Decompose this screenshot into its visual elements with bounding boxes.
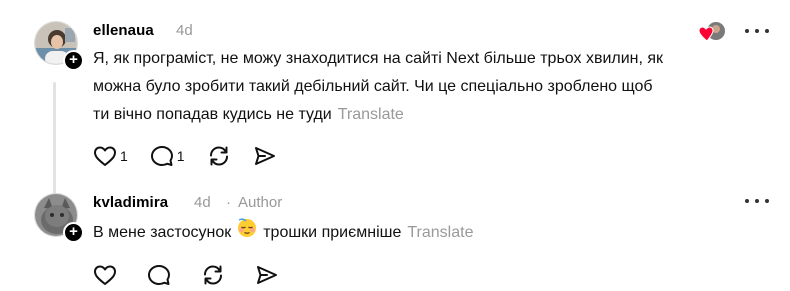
post-time[interactable]: 4d <box>194 194 211 211</box>
repost-button[interactable] <box>201 264 225 286</box>
post-text-line: ти вічно попадав кудись не туди Translate <box>93 101 773 129</box>
heart-icon <box>93 145 117 167</box>
thread-line <box>53 82 56 194</box>
more-dots-icon[interactable] <box>745 29 769 35</box>
share-button[interactable] <box>255 264 279 286</box>
post-actions <box>93 264 301 286</box>
avatar-ellenaua-wrap[interactable]: + <box>34 21 84 71</box>
reply-button[interactable] <box>147 264 171 286</box>
reply-count: 1 <box>176 148 185 164</box>
heart-icon <box>93 264 117 286</box>
comment-icon <box>150 145 174 167</box>
follow-plus-icon[interactable]: + <box>63 222 84 243</box>
share-button[interactable] <box>253 145 277 167</box>
like-button[interactable] <box>93 264 117 286</box>
follow-plus-icon[interactable]: + <box>63 50 84 71</box>
username[interactable]: ellenaua <box>93 22 154 39</box>
separator-dot: · <box>226 194 231 211</box>
post-text-before: В мене застосунок <box>93 224 232 242</box>
like-count: 1 <box>120 148 128 164</box>
translate-link[interactable]: Translate <box>338 106 404 123</box>
reply-button[interactable]: 1 <box>150 145 185 167</box>
relieved-face-emoji <box>237 218 257 248</box>
post-actions: 1 1 <box>93 145 299 167</box>
repost-icon <box>201 264 225 286</box>
post-text-line-end: ти вічно попадав кудись не туди <box>93 106 332 123</box>
post-text-after: трошки приємніше <box>263 224 402 242</box>
post-text: В мене застосунок трошки приємніше Transla… <box>93 218 773 248</box>
username[interactable]: kvladimira <box>93 194 168 211</box>
translate-link[interactable]: Translate <box>407 224 473 241</box>
repost-button[interactable] <box>207 145 231 167</box>
send-icon <box>255 264 279 286</box>
comment-icon <box>147 264 171 286</box>
post-text-line: Я, як програміст, не можу знаходитися на… <box>93 50 664 67</box>
send-icon <box>253 145 277 167</box>
like-button[interactable]: 1 <box>93 145 128 167</box>
post-text-line: можна було зробити такий дебільний сайт.… <box>93 78 653 95</box>
heart-avatar-icon <box>698 21 727 43</box>
repost-icon <box>207 145 231 167</box>
author-label: Author <box>238 194 283 211</box>
post-time[interactable]: 4d <box>176 22 193 39</box>
more-dots-icon[interactable] <box>745 199 769 205</box>
post-text: Я, як програміст, не можу знаходитися на… <box>93 45 773 129</box>
avatar-kvladimira-wrap[interactable]: + <box>34 193 84 243</box>
